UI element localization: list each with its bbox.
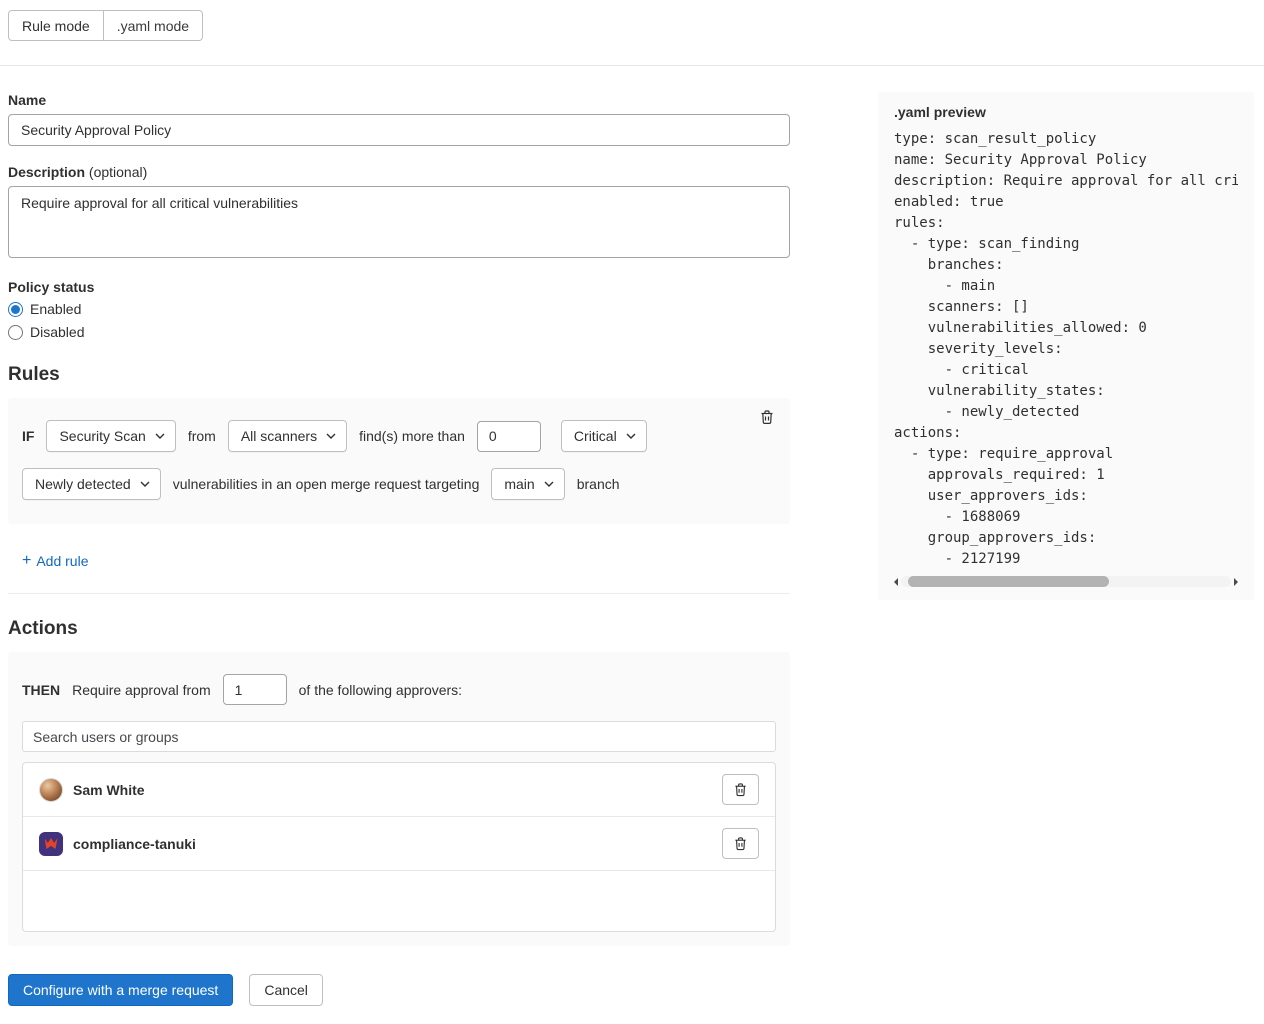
top-divider xyxy=(0,65,1264,66)
branch-text: branch xyxy=(577,476,620,492)
approver-name: Sam White xyxy=(73,782,145,798)
policy-status-group: Policy status Enabled Disabled xyxy=(8,279,790,340)
disabled-radio-row: Disabled xyxy=(8,324,790,340)
then-keyword: THEN xyxy=(22,682,60,698)
tab-rule-mode[interactable]: Rule mode xyxy=(8,10,104,41)
add-rule-label: Add rule xyxy=(36,553,88,569)
cancel-button[interactable]: Cancel xyxy=(249,974,323,1006)
name-input[interactable] xyxy=(8,114,790,146)
if-keyword: IF xyxy=(22,428,34,444)
approver-search-input[interactable] xyxy=(22,721,776,752)
add-rule-section: + Add rule xyxy=(8,524,790,594)
plus-icon: + xyxy=(22,553,31,569)
scanners-value: All scanners xyxy=(241,428,317,444)
scan-type-value: Security Scan xyxy=(59,428,145,444)
form-footer: Configure with a merge request Cancel xyxy=(8,974,790,1006)
severity-value: Critical xyxy=(574,428,617,444)
description-group: Description (optional) Require approval … xyxy=(8,164,790,261)
scroll-right-arrow-icon[interactable] xyxy=(1234,578,1238,586)
vulnerability-state-dropdown[interactable]: Newly detected xyxy=(22,468,161,500)
remove-approver-button[interactable] xyxy=(722,774,759,805)
rule-row-1: IF Security Scan from All scanners find(… xyxy=(22,420,776,452)
actions-heading: Actions xyxy=(8,618,790,640)
severity-dropdown[interactable]: Critical xyxy=(561,420,647,452)
scroll-left-arrow-icon[interactable] xyxy=(894,578,898,586)
name-label: Name xyxy=(8,92,790,108)
finds-more-than-text: find(s) more than xyxy=(359,428,465,444)
yaml-code: type: scan_result_policy name: Security … xyxy=(894,129,1238,570)
configure-merge-request-button[interactable]: Configure with a merge request xyxy=(8,974,233,1006)
editor-content: Name Description (optional) Require appr… xyxy=(8,92,1254,1006)
chevron-down-icon xyxy=(544,481,554,487)
description-label-text: Description xyxy=(8,164,85,180)
yaml-preview-panel: .yaml preview type: scan_result_policy n… xyxy=(878,92,1254,600)
then-row: THEN Require approval from of the follow… xyxy=(22,674,776,705)
approvals-required-input[interactable] xyxy=(223,674,287,705)
rules-heading: Rules xyxy=(8,364,790,386)
yaml-preview-column: .yaml preview type: scan_result_policy n… xyxy=(878,92,1254,600)
policy-status-label: Policy status xyxy=(8,279,790,295)
targeting-text: vulnerabilities in an open merge request… xyxy=(173,476,480,492)
name-group: Name xyxy=(8,92,790,146)
trash-icon xyxy=(759,409,775,425)
rule-row-2: Newly detected vulnerabilities in an ope… xyxy=(22,468,776,500)
group-avatar xyxy=(39,832,63,856)
following-approvers-text: of the following approvers: xyxy=(299,682,462,698)
add-rule-button[interactable]: + Add rule xyxy=(22,553,89,569)
approver-name: compliance-tanuki xyxy=(73,836,196,852)
avatar xyxy=(39,778,63,802)
enabled-radio[interactable] xyxy=(8,302,23,317)
scan-type-dropdown[interactable]: Security Scan xyxy=(46,420,175,452)
branch-value: main xyxy=(504,476,534,492)
tab-yaml-mode[interactable]: .yaml mode xyxy=(103,10,203,41)
policy-editor-page: Rule mode .yaml mode Name Description (o… xyxy=(0,0,1264,1024)
remove-approver-button[interactable] xyxy=(722,828,759,859)
enabled-radio-label[interactable]: Enabled xyxy=(30,301,81,317)
action-card: THEN Require approval from of the follow… xyxy=(8,652,790,946)
trash-icon xyxy=(733,836,748,851)
vulnerability-state-value: Newly detected xyxy=(35,476,131,492)
chevron-down-icon xyxy=(326,433,336,439)
mode-tabs: Rule mode .yaml mode xyxy=(8,10,203,41)
yaml-preview-title: .yaml preview xyxy=(894,104,1238,120)
vulnerabilities-allowed-input[interactable] xyxy=(477,421,541,452)
policy-form: Name Description (optional) Require appr… xyxy=(8,92,790,1006)
disabled-radio-label[interactable]: Disabled xyxy=(30,324,84,340)
scrollbar-track[interactable] xyxy=(901,576,1231,587)
approver-list: Sam White compliance-tanuki xyxy=(22,762,776,932)
chevron-down-icon xyxy=(140,481,150,487)
description-input[interactable]: Require approval for all critical vulner… xyxy=(8,186,790,258)
chevron-down-icon xyxy=(626,433,636,439)
yaml-horizontal-scrollbar[interactable] xyxy=(894,575,1238,588)
enabled-radio-row: Enabled xyxy=(8,301,790,317)
from-text: from xyxy=(188,428,216,444)
description-label: Description (optional) xyxy=(8,164,790,180)
chevron-down-icon xyxy=(155,433,165,439)
description-optional-text: (optional) xyxy=(89,164,147,180)
branch-dropdown[interactable]: main xyxy=(491,468,564,500)
scanners-dropdown[interactable]: All scanners xyxy=(228,420,347,452)
trash-icon xyxy=(733,782,748,797)
approver-row-compliance-tanuki: compliance-tanuki xyxy=(23,817,775,871)
delete-rule-button[interactable] xyxy=(756,406,778,431)
scrollbar-thumb[interactable] xyxy=(908,576,1109,587)
disabled-radio[interactable] xyxy=(8,325,23,340)
tanuki-icon xyxy=(45,838,58,849)
rule-card: IF Security Scan from All scanners find(… xyxy=(8,398,790,524)
require-approval-text: Require approval from xyxy=(72,682,211,698)
approver-row-sam-white: Sam White xyxy=(23,763,775,817)
